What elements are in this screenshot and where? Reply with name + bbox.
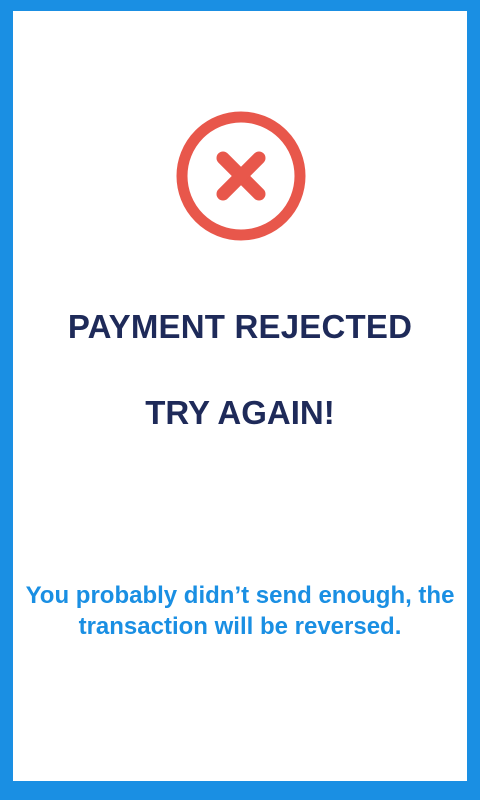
try-again-subtitle: TRY AGAIN! [145,394,335,431]
error-x-circle-icon [175,110,307,242]
rejection-message: You probably didn’t send enough, the tra… [25,582,455,640]
payment-rejected-title: PAYMENT REJECTED [67,308,413,345]
payment-result-screen: PAYMENT REJECTED TRY AGAIN! You probably… [0,0,480,800]
